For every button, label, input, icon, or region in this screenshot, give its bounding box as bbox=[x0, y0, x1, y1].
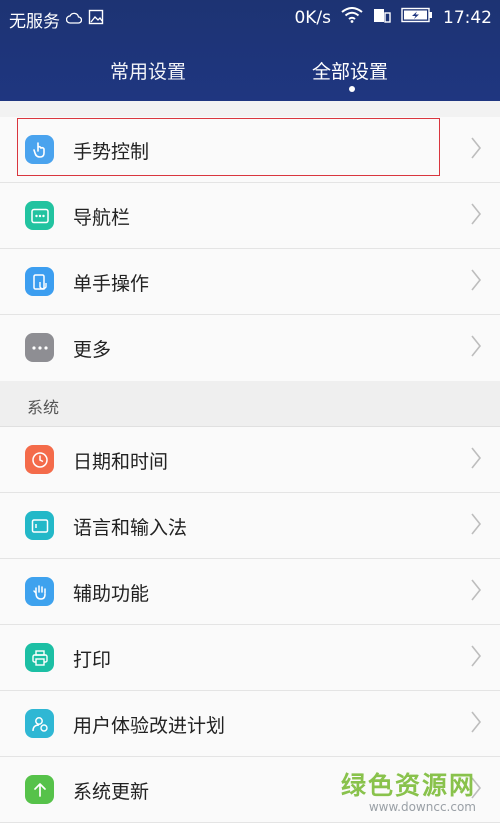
status-bar: 无服务 0K/s 17:42 bbox=[0, 0, 500, 36]
clock-icon bbox=[25, 445, 54, 474]
tab-common-settings[interactable]: 常用设置 bbox=[110, 57, 186, 84]
setting-item-more[interactable]: 更多 bbox=[0, 315, 500, 381]
one-hand-icon bbox=[25, 267, 54, 296]
chevron-right-icon bbox=[470, 446, 482, 474]
tab-all-settings[interactable]: 全部设置 bbox=[312, 57, 388, 84]
more-icon bbox=[25, 333, 54, 362]
setting-item-one-hand-mode[interactable]: 单手操作 bbox=[0, 249, 500, 315]
section-header-system: 系统 bbox=[0, 381, 500, 427]
keyboard-icon bbox=[25, 511, 54, 540]
printer-icon bbox=[25, 643, 54, 672]
tab-selected-indicator bbox=[349, 86, 355, 92]
setting-label: 系统更新 bbox=[73, 781, 150, 803]
watermark-title: 绿色资源网 bbox=[340, 771, 476, 800]
setting-item-navigation-bar[interactable]: 导航栏 bbox=[0, 183, 500, 249]
setting-label: 日期和时间 bbox=[73, 451, 169, 473]
setting-label: 打印 bbox=[73, 649, 112, 671]
hand-icon bbox=[25, 577, 54, 606]
setting-label: 更多 bbox=[73, 339, 112, 361]
setting-item-print[interactable]: 打印 bbox=[0, 625, 500, 691]
cloud-icon bbox=[65, 10, 83, 30]
setting-item-language-input[interactable]: 语言和输入法 bbox=[0, 493, 500, 559]
update-icon bbox=[25, 775, 54, 804]
setting-label: 辅助功能 bbox=[73, 583, 150, 605]
tab-bar: 常用设置 全部设置 bbox=[0, 50, 500, 100]
setting-item-gesture-control[interactable]: 手势控制 bbox=[0, 117, 500, 183]
chevron-right-icon bbox=[470, 710, 482, 738]
chevron-right-icon bbox=[470, 334, 482, 362]
image-icon bbox=[88, 9, 104, 30]
setting-label: 语言和输入法 bbox=[73, 517, 188, 539]
setting-label: 手势控制 bbox=[73, 141, 150, 163]
wifi-icon bbox=[341, 7, 363, 28]
setting-item-date-time[interactable]: 日期和时间 bbox=[0, 427, 500, 493]
sim-icon bbox=[373, 7, 391, 28]
setting-item-user-experience[interactable]: 用户体验改进计划 bbox=[0, 691, 500, 757]
setting-label: 用户体验改进计划 bbox=[73, 715, 226, 737]
network-speed: 0K/s bbox=[294, 7, 331, 28]
gesture-icon bbox=[25, 135, 54, 164]
setting-label: 导航栏 bbox=[73, 207, 131, 229]
chevron-right-icon bbox=[470, 136, 482, 164]
header: 无服务 0K/s 17:42 常用设置 全部设置 bbox=[0, 0, 500, 101]
clock-time: 17:42 bbox=[443, 7, 492, 28]
chevron-right-icon bbox=[470, 512, 482, 540]
setting-item-accessibility[interactable]: 辅助功能 bbox=[0, 559, 500, 625]
chevron-right-icon bbox=[470, 268, 482, 296]
chevron-right-icon bbox=[470, 202, 482, 230]
user-experience-icon bbox=[25, 709, 54, 738]
carrier-text: 无服务 bbox=[9, 12, 60, 32]
watermark: 绿色资源网 www.downcc.com bbox=[341, 766, 476, 814]
section-title: 系统 bbox=[27, 398, 60, 417]
chevron-right-icon bbox=[470, 644, 482, 672]
battery-icon bbox=[401, 7, 433, 28]
navbar-icon bbox=[25, 201, 54, 230]
watermark-url: www.downcc.com bbox=[368, 800, 476, 814]
settings-list: 手势控制 导航栏 单手操作 更多 系统 日期和时间 语言和输入法 辅助功能 打印… bbox=[0, 101, 500, 823]
setting-label: 单手操作 bbox=[73, 273, 150, 295]
chevron-right-icon bbox=[470, 578, 482, 606]
